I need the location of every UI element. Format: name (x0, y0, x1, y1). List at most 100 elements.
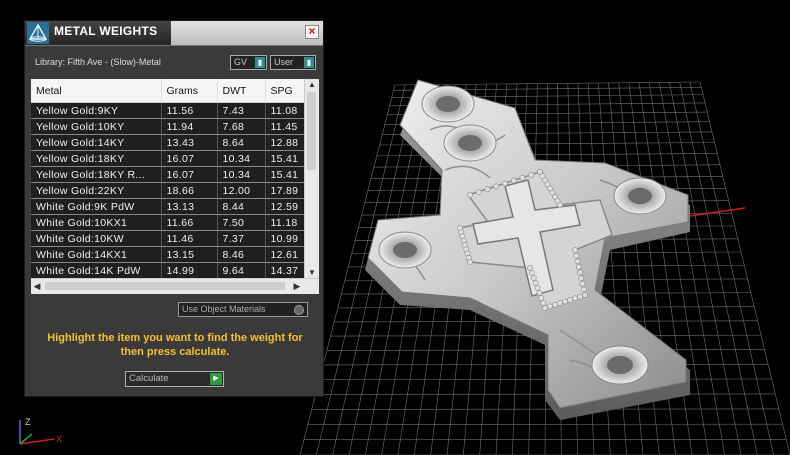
user-dropdown-value: User (274, 57, 294, 67)
close-button[interactable]: × (305, 25, 319, 39)
cell-dwt: 8.46 (217, 246, 266, 263)
cell-grams: 11.56 (161, 102, 218, 119)
bead (567, 296, 573, 303)
bead (527, 265, 533, 271)
metal-weights-panel: METAL WEIGHTS × Library: Fifth Ave - (Sl… (24, 20, 324, 397)
table-row[interactable]: White Gold:14K PdW 14.99 9.64 14.37 (31, 262, 306, 279)
cell-spg: 14.37 (265, 262, 306, 279)
panel-titlebar[interactable]: METAL WEIGHTS × (25, 21, 323, 46)
bead (540, 300, 547, 306)
instruction-text: Highlight the item you want to find the … (47, 332, 303, 358)
cell-grams: 11.46 (161, 230, 218, 247)
cell-spg: 11.18 (265, 214, 306, 231)
table-row[interactable]: Yellow Gold:18KY R... 16.07 10.34 15.41 (31, 166, 306, 183)
bead (574, 258, 581, 265)
scroll-up-icon[interactable]: ▲ (305, 79, 319, 91)
bead (528, 270, 535, 276)
cell-dwt: 8.44 (217, 198, 266, 215)
x-axis-label: X (56, 434, 62, 444)
cell-metal: Yellow Gold:18KY (31, 150, 162, 167)
column-header-dwt[interactable]: DWT (217, 79, 266, 103)
cross-pendant-model[interactable] (365, 79, 690, 420)
vertical-scrollbar[interactable]: ▲ ▼ (304, 79, 319, 279)
column-header-grams[interactable]: Grams (161, 79, 218, 103)
cell-dwt: 9.64 (217, 262, 266, 279)
bead (562, 298, 568, 305)
cell-metal: Yellow Gold:14KY (31, 134, 162, 151)
cell-dwt: 7.68 (217, 118, 266, 135)
cell-spg: 11.45 (265, 118, 306, 135)
table-row[interactable]: Yellow Gold:18KY 16.07 10.34 15.41 (31, 150, 306, 167)
gv-dropdown[interactable]: GV ▮ (230, 55, 267, 70)
cell-metal: White Gold:9K PdW (31, 198, 162, 215)
cell-grams: 13.43 (161, 134, 218, 151)
cell-spg: 15.41 (265, 150, 306, 167)
table-row[interactable]: White Gold:10KX1 11.66 7.50 11.18 (31, 214, 306, 231)
bead (467, 259, 473, 265)
table-row[interactable]: White Gold:9K PdW 13.13 8.44 12.59 (31, 198, 306, 215)
horizontal-scrollbar[interactable]: ◀ ▶ (31, 278, 319, 294)
bead (467, 192, 473, 198)
user-dropdown[interactable]: User ▮ (270, 55, 316, 70)
bead (552, 301, 558, 308)
stone-setting-upper (443, 124, 497, 162)
bead (582, 292, 588, 298)
vertical-scroll-thumb[interactable] (307, 92, 316, 170)
cell-dwt: 7.37 (217, 230, 266, 247)
bead (547, 303, 553, 310)
cell-grams: 13.13 (161, 198, 218, 215)
bead (577, 293, 583, 300)
use-object-materials-toggle[interactable]: Use Object Materials (178, 302, 308, 317)
cell-grams: 18.66 (161, 182, 218, 199)
cell-grams: 11.66 (161, 214, 218, 231)
cell-spg: 17.89 (265, 182, 306, 199)
cell-metal: White Gold:14KX1 (31, 246, 162, 263)
table-row[interactable]: Yellow Gold:22KY 18.66 12.00 17.89 (31, 182, 306, 199)
bead (484, 186, 491, 193)
cell-dwt: 8.64 (217, 134, 266, 151)
column-header-metal[interactable]: Metal (31, 79, 162, 103)
stone-setting-left (378, 231, 432, 269)
dropdown-arrow-icon: ▮ (255, 57, 265, 68)
table-row[interactable]: White Gold:10KW 11.46 7.37 10.99 (31, 230, 306, 247)
bead (572, 295, 578, 302)
bead (577, 269, 583, 276)
cell-dwt: 10.34 (217, 150, 266, 167)
close-icon: × (308, 24, 316, 38)
panel-title: METAL WEIGHTS (54, 24, 158, 38)
table-row[interactable]: Yellow Gold:9KY 11.56 7.43 11.08 (31, 102, 306, 119)
cell-spg: 12.88 (265, 134, 306, 151)
horizontal-scroll-thumb[interactable] (45, 282, 285, 290)
cell-grams: 11.94 (161, 118, 218, 135)
bead (572, 247, 578, 253)
cell-grams: 13.15 (161, 246, 218, 263)
cell-metal: Yellow Gold:18KY R... (31, 166, 162, 183)
cell-spg: 12.61 (265, 246, 306, 263)
table-row[interactable]: White Gold:14KX1 13.15 8.46 12.61 (31, 246, 306, 263)
column-header-spg[interactable]: SPG (265, 79, 306, 103)
bead (538, 295, 545, 301)
cell-spg: 10.99 (265, 230, 306, 247)
gv-dropdown-value: GV (234, 57, 248, 67)
bead (534, 285, 541, 291)
z-axis-label: Z (25, 417, 31, 427)
grid-line (689, 82, 774, 455)
bead (575, 263, 582, 270)
cell-grams: 14.99 (161, 262, 218, 279)
stone-setting-right (613, 177, 667, 215)
cell-metal: White Gold:10KX1 (31, 214, 162, 231)
x-axis-line (689, 207, 746, 217)
table-header-row: Metal Grams DWT SPG (31, 79, 306, 103)
scroll-right-icon[interactable]: ▶ (291, 279, 303, 293)
cell-metal: Yellow Gold:9KY (31, 102, 162, 119)
grid-line (679, 82, 758, 455)
pyramid-app-icon (27, 22, 49, 44)
calculate-button[interactable]: Calculate ▶ (125, 371, 224, 387)
library-label: Library: Fifth Ave - (Slow)-Metal (35, 57, 161, 67)
table-row[interactable]: Yellow Gold:14KY 13.43 8.64 12.88 (31, 134, 306, 151)
bead (502, 180, 508, 187)
table-row[interactable]: Yellow Gold:10KY 11.94 7.68 11.45 (31, 118, 306, 135)
cell-metal: White Gold:10KW (31, 230, 162, 247)
bead (510, 177, 517, 184)
scroll-left-icon[interactable]: ◀ (31, 279, 43, 293)
